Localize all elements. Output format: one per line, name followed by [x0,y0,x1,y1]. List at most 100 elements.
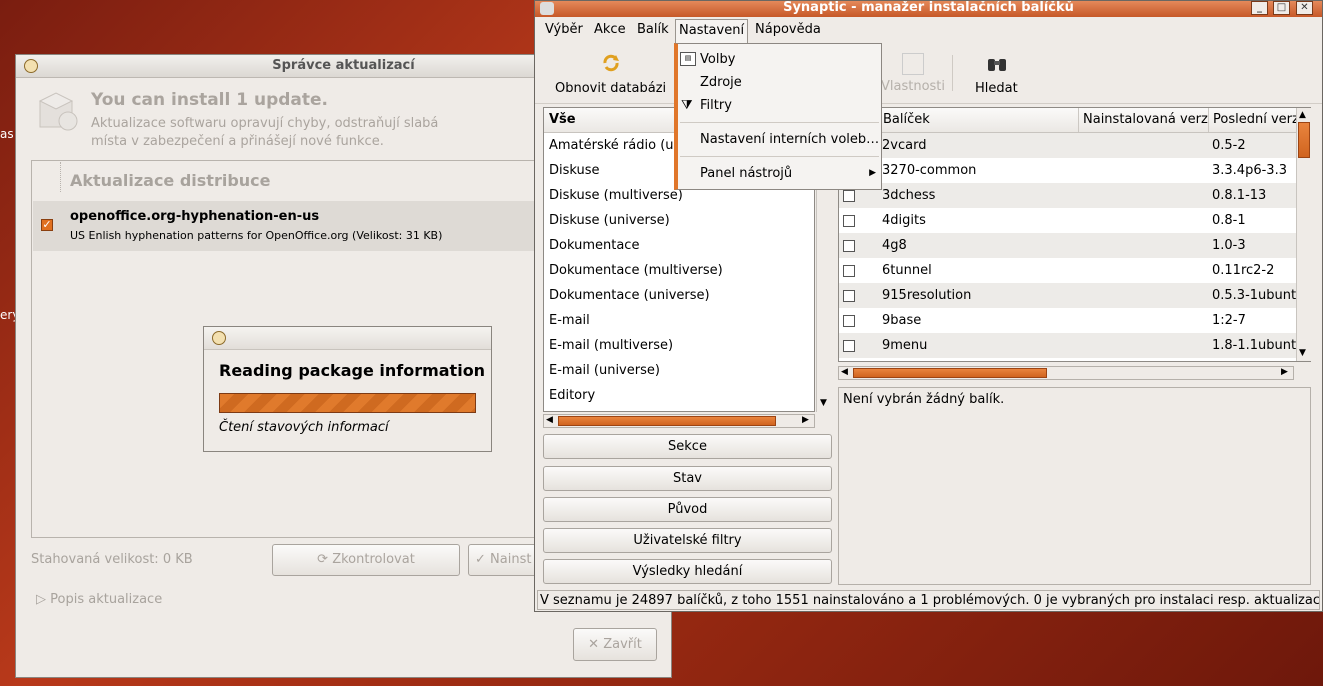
desktop-text-fragment: as [0,127,14,141]
update-row[interactable]: ✓ openoffice.org-hyphenation-en-us US En… [33,201,550,251]
package-checkbox[interactable] [843,215,855,227]
package-checkbox[interactable] [843,190,855,202]
package-row[interactable]: 6tunnel 0.11rc2-2 [839,258,1310,283]
package-row[interactable]: 3270-common 3.3.4p6-3.3 [839,158,1310,183]
filter-item[interactable]: Dokumentace (multiverse) [544,258,814,283]
package-latest: 1.8-1.1ubunt [1212,338,1297,353]
column-header[interactable]: Nainstalovaná verz [1078,108,1208,132]
scroll-up-icon[interactable]: ▲ [1299,110,1306,120]
close-window-icon[interactable]: ✕ [1296,1,1313,15]
package-vscroll-thumb[interactable] [1298,122,1310,158]
package-vscrollbar[interactable]: ▲ ▼ [1296,108,1311,361]
package-row[interactable]: 9base 1:2-7 [839,308,1310,333]
package-row[interactable]: 4digits 0.8-1 [839,208,1310,233]
package-latest: 0.8-1 [1212,213,1246,228]
filter-mode-button[interactable]: Stav [543,466,832,491]
scroll-down-icon[interactable]: ▼ [820,398,827,408]
reload-button[interactable]: Obnovit databázi [555,53,666,96]
properties-button[interactable]: Vlastnosti [881,53,945,94]
settings-menu: ▤ Volby Zdroje ⧩ Filtry Nastavení intern… [674,43,882,190]
package-name: 3270-common [882,163,977,178]
minimize-icon[interactable]: _ [1251,1,1268,15]
properties-icon [902,53,925,75]
update-subtext: Aktualizace softwaru opravují chyby, ods… [91,116,439,149]
package-row[interactable]: 915resolution 0.5.3-1ubunt [839,283,1310,308]
package-latest: 1.0-3 [1212,238,1246,253]
package-latest: 0.5.3-1ubunt [1212,288,1297,303]
filter-item[interactable]: E-mail (universe) [544,358,814,383]
scroll-left-icon[interactable]: ◀ [546,415,553,425]
package-description: Není vybrán žádný balík. [838,387,1311,585]
package-row[interactable]: 2vcard 0.5-2 [839,133,1310,158]
menu-item-volby[interactable]: ▤ Volby [678,48,881,71]
synaptic-app-icon [540,2,554,15]
package-checkbox[interactable] [843,315,855,327]
binoculars-icon [988,59,1007,71]
filter-item[interactable]: Editory [544,383,814,408]
package-list: Balíček Nainstalovaná verz Poslední verz… [838,107,1311,362]
filter-hscrollbar[interactable]: ◀ ▶ [543,414,815,428]
package-row[interactable]: 9menu 1.8-1.1ubunt [839,333,1310,358]
menu-akce[interactable]: Akce [594,22,626,37]
filter-mode-button[interactable]: Výsledky hledání [543,559,832,584]
synaptic-title: Synaptic - manažer instalačních balíčků [783,1,1074,15]
filter-item[interactable]: E-mail (multiverse) [544,333,814,358]
status-bar: V seznamu je 24897 balíčků, z toho 1551 … [537,590,1320,610]
package-name: 3dchess [882,188,936,203]
update-header: You can install 1 update. [91,90,329,110]
scroll-right-icon[interactable]: ▶ [802,415,809,425]
close-button[interactable]: ✕ Zavřít [573,628,657,661]
synaptic-window: Synaptic - manažer instalačních balíčků … [534,0,1323,612]
filter-mode-button[interactable]: Sekce [543,434,832,459]
menu-nastaveni[interactable]: Nastavení [675,19,749,44]
window-title: Správce aktualizací [272,58,415,73]
scroll-down-icon[interactable]: ▼ [1299,348,1306,358]
package-name: 4digits [882,213,926,228]
progress-dialog: Reading package information Čtení stavov… [203,326,492,452]
package-hscroll-thumb[interactable] [853,368,1047,378]
update-checkbox[interactable]: ✓ [41,219,53,231]
scroll-right-icon[interactable]: ▶ [1281,367,1288,377]
menu-item-internal-options[interactable]: Nastavení interních voleb… [678,128,881,151]
menu-item-toolbar[interactable]: Panel nástrojů ▶ [678,162,881,185]
reload-icon [603,54,619,72]
filter-mode-button[interactable]: Původ [543,497,832,522]
search-button[interactable]: Hledat [975,53,1018,96]
package-hscrollbar[interactable]: ◀ ▶ [838,366,1294,380]
scroll-left-icon[interactable]: ◀ [841,367,848,377]
maximize-icon[interactable]: □ [1273,1,1290,15]
menu-balik[interactable]: Balík [637,22,669,37]
menu-item-zdroje[interactable]: Zdroje [678,71,881,94]
expander-arrow-icon: ▷ [36,592,51,607]
filter-hscroll-thumb[interactable] [558,416,776,426]
package-latest: 3.3.4p6-3.3 [1212,163,1287,178]
filter-item[interactable]: Dokumentace (universe) [544,283,814,308]
package-name: 6tunnel [882,263,932,278]
package-name: 915resolution [882,288,972,303]
package-name: 2vcard [882,138,927,153]
description-expander[interactable]: ▷ Popis aktualizace [36,592,162,607]
progress-app-icon [212,331,226,345]
package-checkbox[interactable] [843,290,855,302]
menu-napoveda[interactable]: Nápověda [755,22,821,37]
progress-status: Čtení stavových informací [219,420,389,435]
synaptic-titlebar[interactable]: Synaptic - manažer instalačních balíčků … [535,1,1322,17]
column-header[interactable]: Balíček [878,108,1075,132]
package-latest: 0.8.1-13 [1212,188,1267,203]
menu-vyber[interactable]: Výběr [545,22,583,37]
package-checkbox[interactable] [843,265,855,277]
filter-mode-button[interactable]: Uživatelské filtry [543,528,832,553]
package-row[interactable]: 3dchess 0.8.1-13 [839,183,1310,208]
menu-separator [680,156,879,157]
menu-item-filtry[interactable]: ⧩ Filtry [678,94,881,117]
package-row[interactable]: 4g8 1.0-3 [839,233,1310,258]
progress-titlebar[interactable] [204,327,491,350]
filter-item[interactable]: Dokumentace [544,233,814,258]
package-checkbox[interactable] [843,240,855,252]
filter-item[interactable]: Diskuse (universe) [544,208,814,233]
package-checkbox[interactable] [843,340,855,352]
menubar: Výběr Akce Balík Nastavení Nápověda [535,18,1322,44]
filter-item[interactable]: E-mail [544,308,814,333]
package-name: 4g8 [882,238,907,253]
check-button[interactable]: ⟳ Zkontrolovat [272,544,460,576]
